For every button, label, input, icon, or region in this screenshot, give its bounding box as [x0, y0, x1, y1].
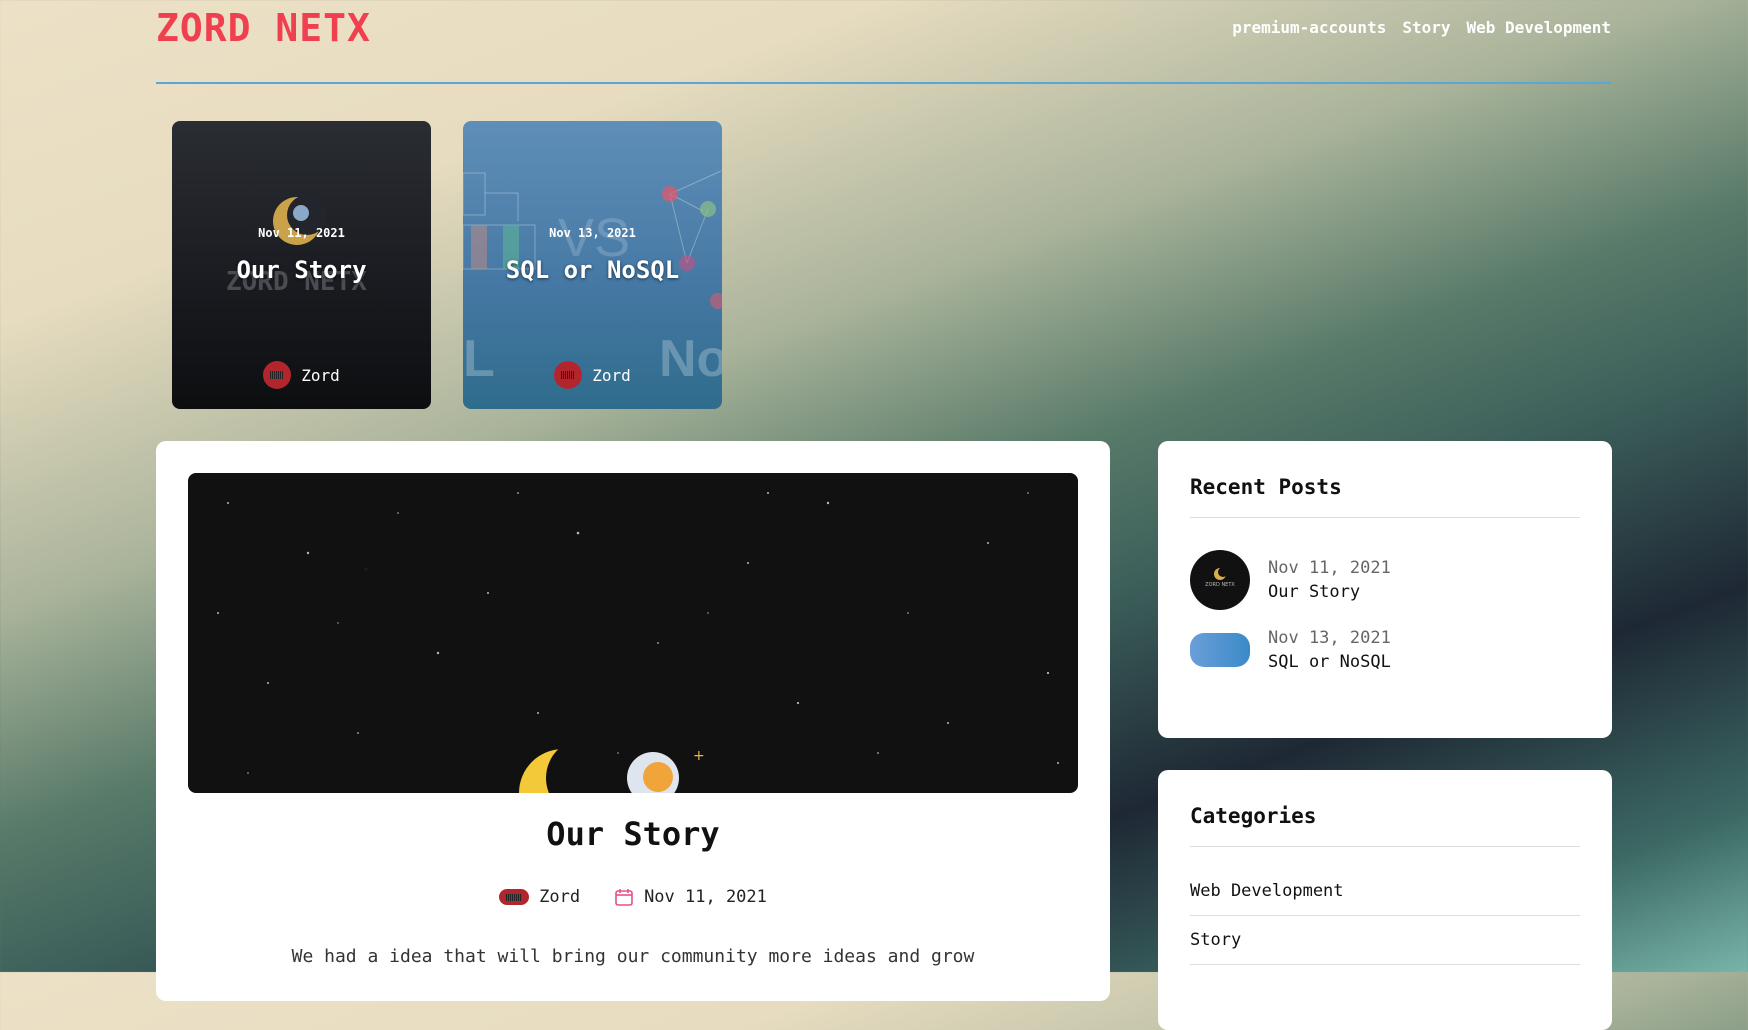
author-name: Zord	[301, 365, 340, 385]
post-card: + Our Story Zord Nov 11, 2021 We had a i…	[156, 441, 1110, 1001]
recent-posts-title: Recent Posts	[1190, 475, 1342, 499]
nav-premium-accounts[interactable]: premium-accounts	[1232, 18, 1386, 37]
card-date: Nov 13, 2021	[549, 226, 636, 240]
card-author: Zord	[463, 361, 722, 389]
post-date: Nov 11, 2021	[614, 887, 767, 907]
card-title[interactable]: SQL or NoSQL	[463, 256, 722, 284]
post-author-name: Zord	[539, 887, 581, 907]
author-name: Zord	[592, 365, 631, 385]
author-avatar	[554, 361, 583, 389]
recent-post-date: Nov 11, 2021	[1268, 558, 1391, 578]
site-header: ZORD NETX premium-accounts Story Web Dev…	[156, 0, 1611, 84]
post-hero-image: +	[188, 473, 1078, 793]
category-web-development[interactable]: Web Development	[1190, 881, 1580, 916]
recent-post-thumbnail: ZORD NETX	[1190, 550, 1250, 610]
card-moon-icon	[273, 195, 327, 245]
recent-post-thumbnail	[1190, 633, 1250, 667]
categories-title: Categories	[1190, 804, 1317, 828]
starfield-illustration: +	[217, 492, 1059, 793]
author-avatar	[263, 361, 292, 389]
site-logo[interactable]: ZORD NETX	[156, 6, 371, 50]
recent-posts-widget: Recent Posts ZORD NETX Nov 11, 2021 Our …	[1158, 441, 1612, 738]
featured-card-our-story[interactable]: ZORD NETX Nov 11, 2021 Our Story Zord	[172, 121, 431, 409]
recent-post-title[interactable]: Our Story	[1268, 582, 1391, 602]
nav-story[interactable]: Story	[1402, 18, 1450, 37]
featured-card-sql-or-nosql[interactable]: VS L No Nov 13, 2021 SQL or NoSQL Zord	[463, 121, 722, 409]
post-title[interactable]: Our Story	[156, 815, 1110, 853]
category-story[interactable]: Story	[1190, 930, 1580, 965]
card-date: Nov 11, 2021	[258, 226, 345, 240]
main-nav: premium-accounts Story Web Development	[1232, 18, 1611, 37]
calendar-icon	[615, 889, 633, 906]
nav-web-development[interactable]: Web Development	[1467, 18, 1612, 37]
post-date-text: Nov 11, 2021	[644, 887, 767, 907]
divider	[1190, 517, 1580, 518]
author-avatar	[499, 889, 530, 905]
recent-post-item[interactable]: ZORD NETX Nov 11, 2021 Our Story	[1190, 550, 1391, 610]
moon-logo-icon: ZORD NETX	[1205, 567, 1235, 588]
card-title[interactable]: Our Story	[172, 256, 431, 284]
recent-post-date: Nov 13, 2021	[1268, 628, 1391, 648]
card-author: Zord	[172, 361, 431, 389]
svg-text:ZORD NETX: ZORD NETX	[1205, 582, 1235, 588]
recent-post-item[interactable]: Nov 13, 2021 SQL or NoSQL	[1190, 620, 1391, 680]
post-meta: Zord Nov 11, 2021	[156, 887, 1110, 907]
svg-text:+: +	[693, 748, 705, 764]
post-author: Zord	[499, 887, 580, 907]
recent-post-title[interactable]: SQL or NoSQL	[1268, 652, 1391, 672]
divider	[1190, 846, 1580, 847]
categories-widget: Categories Web Development Story	[1158, 770, 1612, 1030]
post-excerpt: We had a idea that will bring our commun…	[291, 946, 975, 967]
